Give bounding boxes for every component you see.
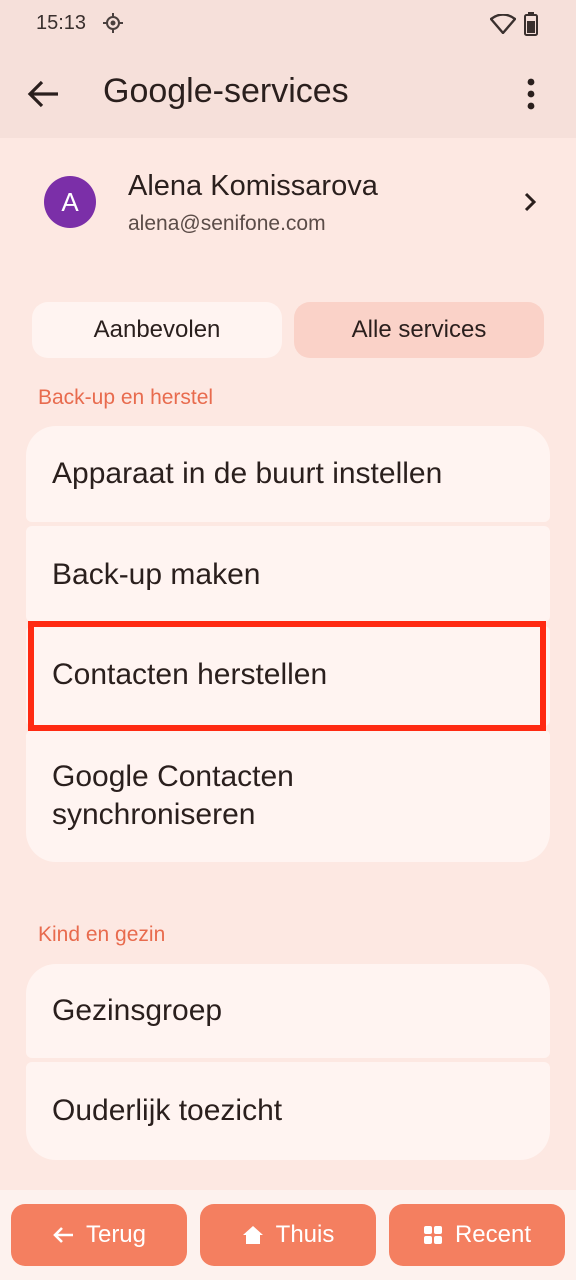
back-arrow-icon[interactable] (26, 78, 62, 110)
list-item-label: Ouderlijk toezicht (52, 1094, 283, 1127)
battery-icon (524, 12, 538, 36)
more-options-icon[interactable] (516, 76, 546, 112)
list-item-backup-maken[interactable]: Back-up maken (26, 526, 550, 622)
account-row[interactable]: A Alena Komissarova alena@senifone.com (0, 138, 576, 266)
avatar: A (44, 176, 96, 228)
back-button[interactable]: Terug (11, 1204, 187, 1266)
list-item-label: Apparaat in de buurt instellen (52, 457, 443, 490)
list-item-label-line1: Google Contacten (52, 760, 294, 793)
back-button-label: Terug (85, 1221, 147, 1248)
list-item-label-line2: synchroniseren (52, 798, 256, 831)
list-item-label: Back-up maken (52, 558, 261, 591)
app-bar: Google-services (0, 50, 576, 138)
home-button-label: Thuis (275, 1221, 335, 1248)
recent-apps-icon (423, 1226, 442, 1244)
page-title: Google-services (103, 72, 349, 110)
arrow-left-icon (53, 1227, 73, 1243)
chevron-right-icon (524, 192, 537, 212)
wifi-icon (490, 14, 516, 34)
bottom-nav: Terug Thuis Recent (0, 1190, 576, 1280)
list-item-gezinsgroep[interactable]: Gezinsgroep (26, 964, 550, 1058)
list-item-apparaat-instellen[interactable]: Apparaat in de buurt instellen (26, 426, 550, 522)
tab-alle-services[interactable]: Alle services (294, 302, 544, 358)
recent-button[interactable]: Recent (389, 1204, 565, 1266)
status-time: 15:13 (36, 12, 87, 34)
location-icon (103, 13, 123, 33)
list-item-ouderlijk-toezicht[interactable]: Ouderlijk toezicht (26, 1062, 550, 1160)
home-button[interactable]: Thuis (200, 1204, 376, 1266)
account-name: Alena Komissarova (128, 170, 378, 202)
status-bar: 15:13 (0, 0, 576, 50)
highlight-box (28, 621, 546, 731)
list-item-label: Gezinsgroep (52, 994, 223, 1027)
home-icon (242, 1226, 263, 1244)
list-item-google-contacten-sync[interactable]: Google Contacten synchroniseren (26, 730, 550, 862)
recent-button-label: Recent (454, 1221, 532, 1248)
section-label-kind-gezin: Kind en gezin (38, 923, 166, 946)
section-label-backup: Back-up en herstel (38, 386, 214, 409)
tab-aanbevolen[interactable]: Aanbevolen (32, 302, 282, 358)
account-email: alena@senifone.com (128, 212, 326, 235)
